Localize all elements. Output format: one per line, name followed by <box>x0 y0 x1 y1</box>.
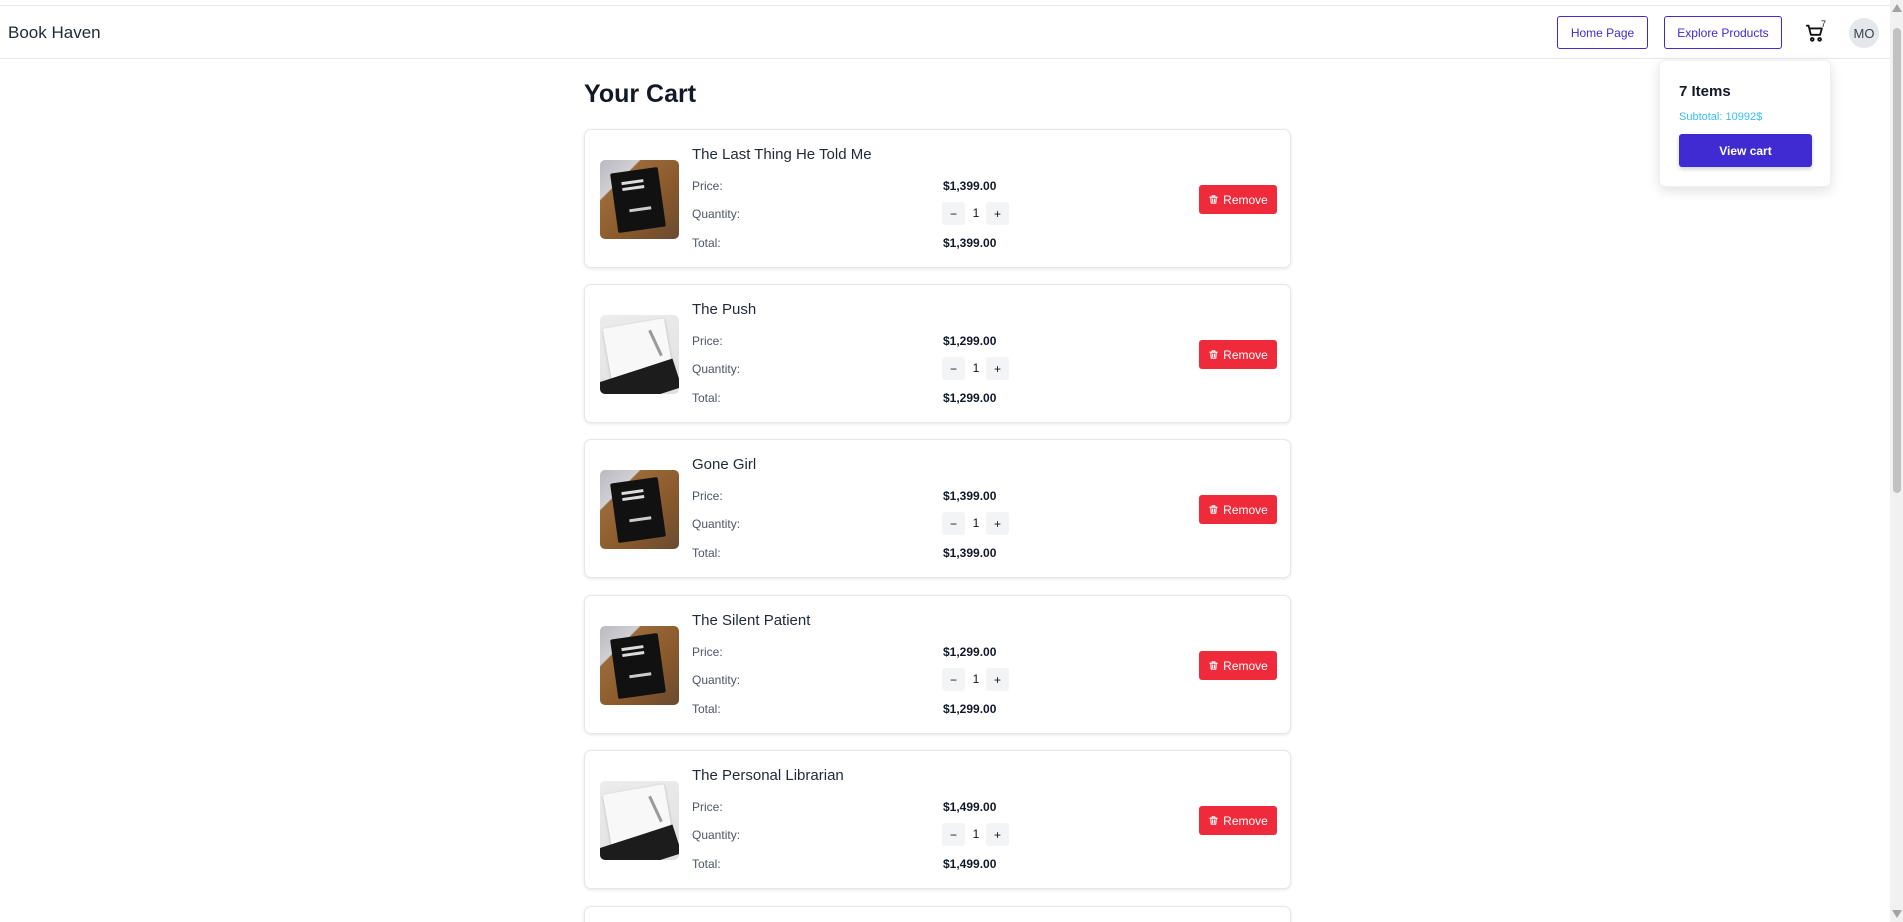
cart-item-card: The Personal Librarian Price: $1,499.00 … <box>584 750 1291 889</box>
trash-icon <box>1209 661 1218 670</box>
quantity-value: 1 <box>972 516 980 530</box>
price-value: $1,299.00 <box>943 645 997 659</box>
explore-products-button[interactable]: Explore Products <box>1664 16 1782 49</box>
price-value: $1,499.00 <box>943 800 997 814</box>
remove-button[interactable]: Remove <box>1199 806 1277 835</box>
quantity-value: 1 <box>972 361 980 375</box>
avatar[interactable]: MO <box>1849 18 1879 48</box>
cart-dropdown: 7 Items Subtotal: 10992$ View cart <box>1659 60 1831 187</box>
total-label: Total: <box>692 391 721 405</box>
total-value: $1,399.00 <box>943 546 997 560</box>
price-value: $1,399.00 <box>943 179 997 193</box>
home-page-button[interactable]: Home Page <box>1557 16 1648 49</box>
quantity-value: 1 <box>972 672 980 686</box>
scrollbar-thumb[interactable] <box>1893 28 1901 493</box>
total-value: $1,499.00 <box>943 857 997 871</box>
price-label: Price: <box>692 179 723 193</box>
quantity-value: 1 <box>972 827 980 841</box>
trash-icon <box>1209 195 1218 204</box>
remove-label: Remove <box>1223 192 1268 207</box>
cart-count-badge: 7 <box>1821 19 1827 29</box>
cart-items-count: 7 Items <box>1679 83 1731 100</box>
book-thumbnail <box>600 315 679 394</box>
trash-icon <box>1209 350 1218 359</box>
quantity-label: Quantity: <box>692 362 741 376</box>
increase-quantity-button[interactable]: + <box>986 512 1009 535</box>
increase-quantity-button[interactable]: + <box>986 202 1009 225</box>
price-label: Price: <box>692 489 723 503</box>
remove-button[interactable]: Remove <box>1199 495 1277 524</box>
page-title: Your Cart <box>584 80 697 108</box>
book-thumbnail <box>600 470 679 549</box>
decrease-quantity-button[interactable]: − <box>942 823 965 846</box>
increase-quantity-button[interactable]: + <box>986 357 1009 380</box>
remove-button[interactable]: Remove <box>1199 340 1277 369</box>
remove-button[interactable]: Remove <box>1199 651 1277 680</box>
brand-logo[interactable]: Book Haven <box>8 23 101 43</box>
cart-item-card-partial <box>584 906 1291 922</box>
view-cart-button[interactable]: View cart <box>1679 134 1812 167</box>
increase-quantity-button[interactable]: + <box>986 668 1009 691</box>
increase-quantity-button[interactable]: + <box>986 823 1009 846</box>
cart-item-card: Gone Girl Price: $1,399.00 Quantity: − 1… <box>584 439 1291 578</box>
scroll-down-arrow-icon[interactable] <box>1892 910 1902 918</box>
remove-label: Remove <box>1223 347 1268 362</box>
scroll-up-arrow-icon[interactable] <box>1892 4 1902 12</box>
total-value: $1,299.00 <box>943 391 997 405</box>
scrollbar[interactable] <box>1890 0 1903 922</box>
cart-item-card: The Silent Patient Price: $1,299.00 Quan… <box>584 595 1291 734</box>
price-label: Price: <box>692 334 723 348</box>
navbar: Book Haven Home Page Explore Products 7 … <box>0 6 1890 59</box>
cart-subtotal: Subtotal: 10992$ <box>1679 111 1763 123</box>
quantity-label: Quantity: <box>692 673 741 687</box>
book-thumbnail <box>600 626 679 705</box>
trash-icon <box>1209 816 1218 825</box>
quantity-label: Quantity: <box>692 517 741 531</box>
remove-label: Remove <box>1223 658 1268 673</box>
total-value: $1,299.00 <box>943 702 997 716</box>
cart-item-card: The Push Price: $1,299.00 Quantity: − 1 … <box>584 284 1291 423</box>
book-thumbnail <box>600 160 679 239</box>
quantity-label: Quantity: <box>692 828 741 842</box>
total-label: Total: <box>692 236 721 250</box>
total-label: Total: <box>692 857 721 871</box>
quantity-value: 1 <box>972 206 980 220</box>
remove-button[interactable]: Remove <box>1199 185 1277 214</box>
total-label: Total: <box>692 702 721 716</box>
cart-item-card: The Last Thing He Told Me Price: $1,399.… <box>584 129 1291 268</box>
book-thumbnail <box>600 781 679 860</box>
total-value: $1,399.00 <box>943 236 997 250</box>
decrease-quantity-button[interactable]: − <box>942 512 965 535</box>
book-title: Gone Girl <box>692 456 757 473</box>
book-title: The Personal Librarian <box>692 767 844 784</box>
price-value: $1,299.00 <box>943 334 997 348</box>
book-title: The Push <box>692 301 757 318</box>
price-label: Price: <box>692 645 723 659</box>
decrease-quantity-button[interactable]: − <box>942 357 965 380</box>
remove-label: Remove <box>1223 502 1268 517</box>
price-label: Price: <box>692 800 723 814</box>
decrease-quantity-button[interactable]: − <box>942 668 965 691</box>
trash-icon <box>1209 505 1218 514</box>
total-label: Total: <box>692 546 721 560</box>
price-value: $1,399.00 <box>943 489 997 503</box>
decrease-quantity-button[interactable]: − <box>942 202 965 225</box>
remove-label: Remove <box>1223 813 1268 828</box>
quantity-label: Quantity: <box>692 207 741 221</box>
book-title: The Silent Patient <box>692 612 811 629</box>
book-title: The Last Thing He Told Me <box>692 146 872 163</box>
